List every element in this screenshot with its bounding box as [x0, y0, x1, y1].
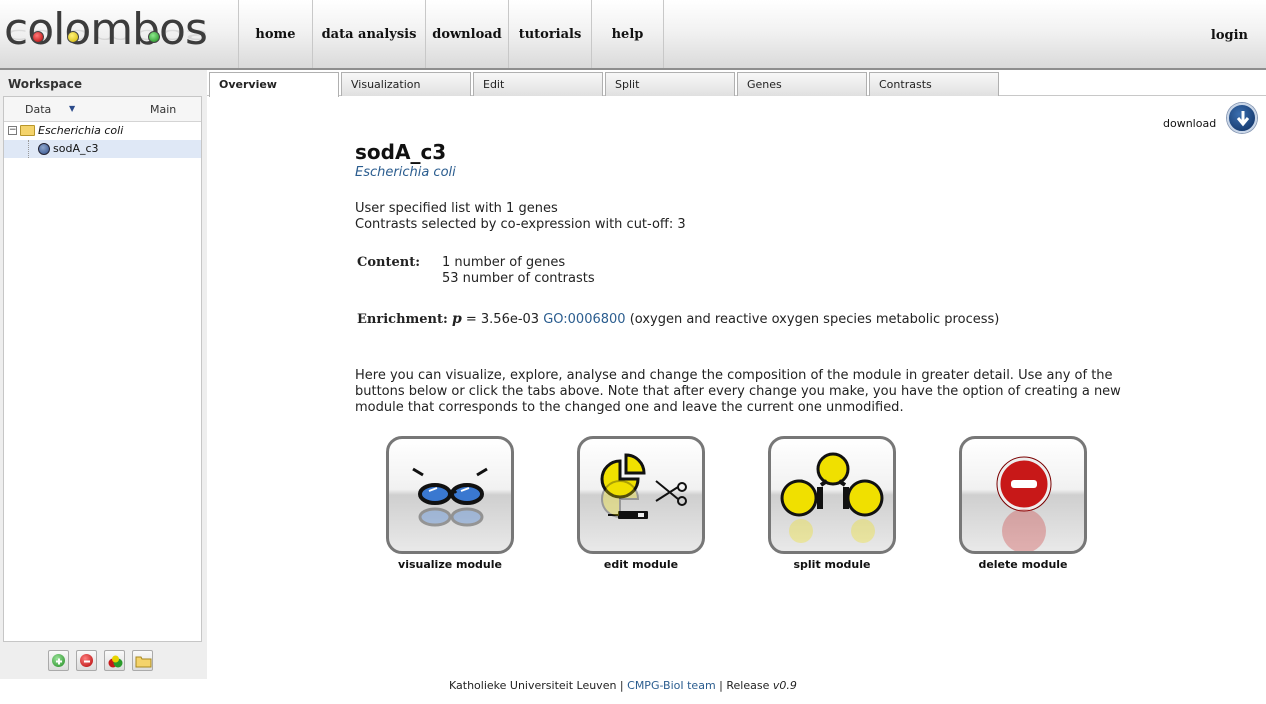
footer-org: Katholieke Universiteit Leuven |: [449, 679, 628, 692]
nav-help[interactable]: help: [591, 0, 663, 68]
content-contrasts: 53 number of contrasts: [442, 271, 595, 286]
tab-edit[interactable]: Edit: [473, 72, 603, 96]
split-module-label: split module: [793, 558, 871, 571]
remove-button[interactable]: [76, 650, 97, 671]
tree-connector: [28, 140, 29, 158]
tab-bar: Overview Visualization Edit Split Genes …: [207, 70, 1266, 97]
contrast-selection-info: Contrasts selected by co-expression with…: [355, 217, 686, 232]
tree-node-organism[interactable]: − Escherichia coli: [4, 122, 201, 140]
content-label: Content:: [357, 255, 421, 270]
split-circles-icon: [780, 452, 884, 543]
folder-icon: [20, 125, 35, 136]
edit-module-action[interactable]: edit module: [577, 436, 707, 571]
sort-down-icon[interactable]: ▼: [69, 104, 75, 113]
add-button[interactable]: [48, 650, 69, 671]
folder-icon: [135, 656, 152, 668]
footer-team-link[interactable]: CMPG-BioI team: [627, 679, 716, 692]
visualize-module-label: visualize module: [398, 558, 502, 571]
logo-yellow-light-icon: [67, 31, 79, 43]
download-link[interactable]: download: [1163, 117, 1216, 130]
delete-module-label: delete module: [978, 558, 1068, 571]
delete-module-button[interactable]: [959, 436, 1087, 554]
p-value: = 3.56e-03: [461, 312, 544, 327]
tab-visualization[interactable]: Visualization: [341, 72, 471, 96]
intro-paragraph: Here you can visualize, explore, analyse…: [355, 368, 1121, 415]
visualize-module-button[interactable]: [386, 436, 514, 554]
go-term-description: (oxygen and reactive oxygen species meta…: [625, 312, 1000, 327]
tab-contrasts[interactable]: Contrasts: [869, 72, 999, 96]
top-header: colombos colombos home data analysis dow…: [0, 0, 1266, 70]
merge-icon: [108, 655, 123, 668]
tree-column-header: Data ▼ Main: [4, 97, 201, 122]
column-data[interactable]: Data: [25, 103, 51, 116]
organism-label: Escherichia coli: [38, 124, 124, 137]
merge-button[interactable]: [104, 650, 125, 671]
minus-glyph: [84, 660, 90, 663]
workspace-tree: Data ▼ Main − Escherichia coli sodA_c3: [3, 96, 202, 642]
edit-module-button[interactable]: [577, 436, 705, 554]
split-module-button[interactable]: [768, 436, 896, 554]
nav-data-analysis[interactable]: data analysis: [312, 0, 425, 68]
logo-red-light-icon: [32, 31, 44, 43]
enrichment-label: Enrichment:: [357, 312, 448, 327]
no-entry-icon: [996, 456, 1052, 551]
edit-module-label: edit module: [603, 558, 679, 571]
nav-download[interactable]: download: [425, 0, 508, 68]
tree-node-module[interactable]: sodA_c3: [4, 140, 201, 158]
enrichment-row: Enrichment: p = 3.56e-03 GO:0006800 (oxy…: [357, 311, 999, 327]
delete-module-action[interactable]: delete module: [959, 436, 1089, 571]
nav-divider: [663, 0, 664, 68]
go-term-link[interactable]: GO:0006800: [543, 312, 625, 327]
column-main[interactable]: Main: [150, 103, 176, 116]
workspace-panel: Workspace Data ▼ Main − Escherichia coli…: [0, 70, 207, 679]
new-folder-button[interactable]: [132, 650, 153, 671]
footer-release-version: v0.9: [772, 679, 797, 692]
collapse-icon[interactable]: −: [8, 126, 17, 135]
tab-split[interactable]: Split: [605, 72, 735, 96]
glasses-icon: [412, 467, 488, 527]
footer-release-prefix: | Release: [715, 679, 773, 692]
tab-overview[interactable]: Overview: [209, 72, 339, 97]
colombos-logo[interactable]: colombos colombos: [4, 4, 208, 64]
split-module-action[interactable]: split module: [768, 436, 898, 571]
footer: Katholieke Universiteit Leuven | CMPG-Bi…: [449, 679, 797, 692]
download-arrow-icon[interactable]: [1227, 103, 1257, 133]
content-genes: 1 number of genes: [442, 255, 566, 270]
logo-green-light-icon: [148, 31, 160, 43]
nav-tutorials[interactable]: tutorials: [508, 0, 591, 68]
tab-genes[interactable]: Genes: [737, 72, 867, 96]
module-organism: Escherichia coli: [355, 165, 456, 180]
plus-glyph: [56, 658, 62, 665]
workspace-toolbar: [48, 650, 153, 671]
p-value-symbol: p: [451, 311, 462, 327]
module-title: sodA_c3: [355, 140, 447, 164]
workspace-title: Workspace: [8, 77, 83, 91]
visualize-module-action[interactable]: visualize module: [386, 436, 516, 571]
module-label: sodA_c3: [53, 142, 99, 155]
login-link[interactable]: login: [1211, 28, 1248, 43]
pie-scissors-icon: [600, 453, 687, 519]
module-icon: [38, 143, 50, 155]
nav-home[interactable]: home: [238, 0, 312, 68]
arrow-glyph: [1236, 111, 1250, 127]
gene-list-info: User specified list with 1 genes: [355, 201, 558, 216]
